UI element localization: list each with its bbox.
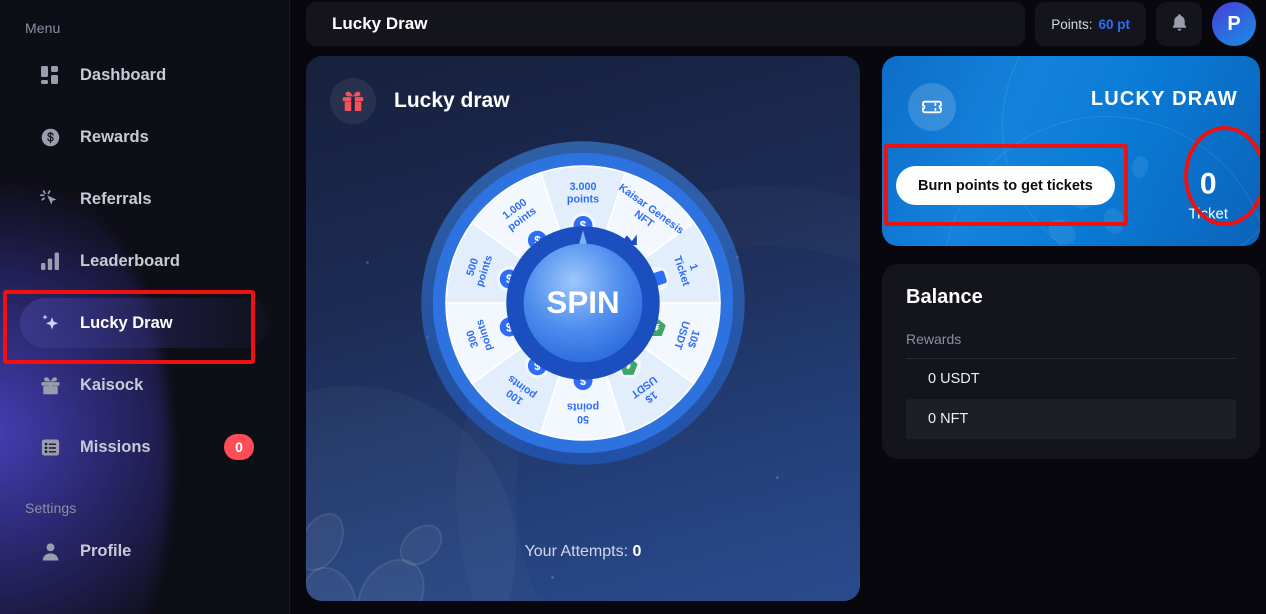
balance-row-nft: 0 NFT [906,399,1236,439]
wheel-segment-label: 3.000 points [567,181,599,205]
sidebar-item-leaderboard[interactable]: Leaderboard [20,236,270,286]
user-icon [38,539,62,563]
sidebar-item-lucky-draw[interactable]: Lucky Draw [20,298,270,348]
page-title: Lucky Draw [306,2,1026,46]
sidebar-item-label: Profile [80,541,132,560]
sidebar-item-kaisock[interactable]: Kaisock [20,360,270,410]
sidebar-item-dashboard[interactable]: Dashboard [20,50,270,100]
wheel-card-title: Lucky draw [394,89,510,112]
sidebar-settings-label: Settings [25,500,77,516]
gift-icon [38,373,62,397]
sidebar-item-profile[interactable]: Profile [20,526,270,576]
ticket-icon [908,83,956,131]
burn-points-button[interactable]: Burn points to get tickets [896,166,1115,205]
ticket-card-heading: LUCKY DRAW [1090,88,1238,110]
sidebar-item-missions[interactable]: Missions 0 [20,422,270,472]
wheel-card-header: Lucky draw [306,56,860,124]
sidebar-item-label: Leaderboard [80,251,180,270]
ticket-count: 0 Ticket [1188,167,1228,223]
points-pill[interactable]: Points: 60 pt [1035,2,1146,46]
bell-icon [1171,13,1188,35]
spin-wheel[interactable]: 3.000 points Kaisar GenesisNFT 1Ticket 10$US… [306,138,860,468]
ticket-count-value: 0 [1199,167,1217,201]
sidebar-item-label: Referrals [80,189,152,208]
app-root: Menu Dashboard Rewards Referrals Leaderb… [0,0,1266,614]
balance-row-usdt: 0 USDT [928,371,980,387]
topbar: Lucky Draw Points: 60 pt P [306,0,1266,48]
sidebar: Menu Dashboard Rewards Referrals Leaderb… [0,0,290,614]
balance-section-label: Rewards [906,331,962,347]
spin-wheel-graphic[interactable]: 3.000 points Kaisar GenesisNFT1Ticket10$US… [418,138,748,468]
gift-icon [330,78,376,124]
notifications-button[interactable] [1156,2,1202,46]
missions-badge: 0 [224,434,254,460]
lucky-draw-ticket-card: LUCKY DRAW Burn points to get tickets 0 … [882,56,1260,246]
ticket-count-unit: Ticket [1188,205,1228,223]
right-column: LUCKY DRAW Burn points to get tickets 0 … [882,56,1266,614]
sidebar-item-referrals[interactable]: Referrals [20,174,270,224]
main-area: Lucky Draw Points: 60 pt P Lucky draw 3.… [290,0,1266,614]
sidebar-item-rewards[interactable]: Rewards [20,112,270,162]
sparkle-icon [38,311,62,335]
points-value: 60 pt [1098,16,1130,32]
sidebar-item-label: Rewards [80,127,149,146]
avatar[interactable]: P [1212,2,1256,46]
spin-button-label: SPIN [546,285,619,320]
lucky-draw-wheel-card: Lucky draw 3.000 points Kaisar GenesisNF… [306,56,860,601]
attempts-label: Your Attempts: [524,543,629,560]
balance-title: Balance [906,286,983,308]
bar-chart-icon [38,249,62,273]
content-area: Lucky draw 3.000 points Kaisar GenesisNF… [306,56,1266,614]
list-icon [38,435,62,459]
sidebar-menu-label: Menu [25,20,61,36]
dollar-coin-icon [38,125,62,149]
points-label: Points: [1051,16,1093,32]
sidebar-item-label: Lucky Draw [80,313,173,332]
sidebar-item-label: Dashboard [80,65,167,84]
attempts-value: 0 [632,543,642,560]
sidebar-item-label: Kaisock [80,375,144,394]
sidebar-item-label: Missions [80,437,151,456]
balance-card: Balance Rewards 0 USDT 0 NFT [882,264,1260,459]
cursor-click-icon [38,187,62,211]
attempts-status: Your Attempts: 0 [306,543,860,561]
dashboard-icon [38,63,62,87]
